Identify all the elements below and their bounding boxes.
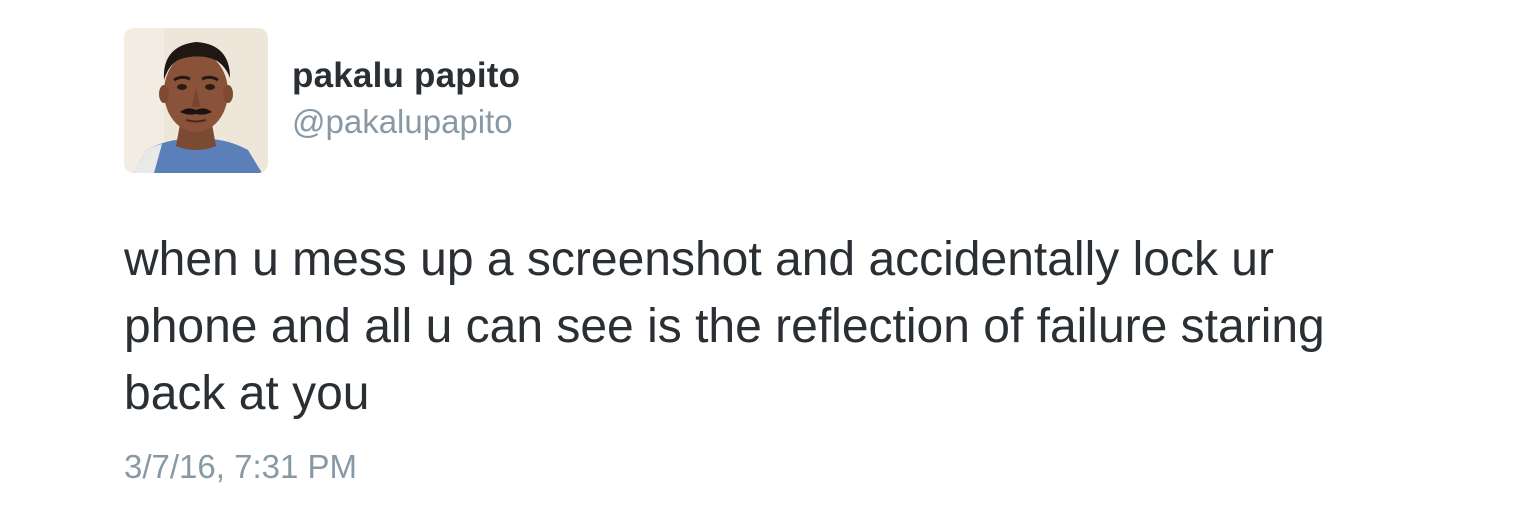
tweet-timestamp[interactable]: 3/7/16, 7:31 PM	[124, 448, 357, 486]
avatar[interactable]	[124, 28, 268, 173]
tweet-card: pakalu papito @pakalupapito when u mess …	[0, 0, 1513, 510]
tweet-text-line: phone and all u can see is the reflectio…	[124, 300, 1325, 353]
profile-photo-icon	[124, 28, 268, 173]
user-handle[interactable]: @pakalupapito	[292, 103, 513, 141]
tweet-text: when u mess up a screenshot and accident…	[124, 226, 1424, 427]
tweet-text-line: when u mess up a screenshot and accident…	[124, 233, 1274, 286]
tweet-text-line: back at you	[124, 367, 370, 420]
display-name[interactable]: pakalu papito	[292, 56, 520, 96]
